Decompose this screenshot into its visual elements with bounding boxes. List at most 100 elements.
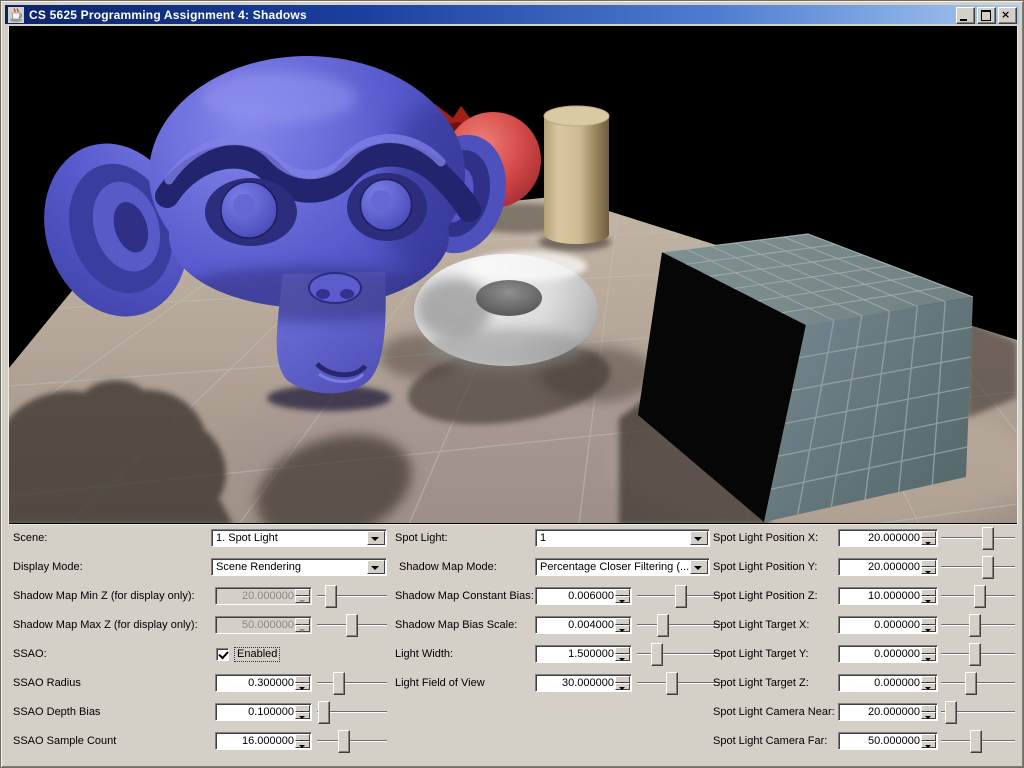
spinner-down-icon[interactable] [295, 683, 310, 690]
spinner-up-icon[interactable] [921, 705, 936, 712]
spinner-up-icon[interactable] [921, 531, 936, 538]
spinner-up-icon[interactable] [921, 618, 936, 625]
shadow-map-bias-scale-slider[interactable] [637, 616, 723, 634]
light-field-of-view-spinner[interactable]: 30.000000 [535, 674, 632, 692]
spinner-down-icon[interactable] [615, 654, 630, 661]
slider-thumb[interactable] [657, 614, 669, 637]
ssao-depth-bias-slider[interactable] [317, 703, 387, 721]
slider-thumb[interactable] [970, 730, 982, 753]
shadow-map-constant-bias-spinner[interactable]: 0.006000 [535, 587, 632, 605]
scene-select[interactable]: 1. Spot Light [211, 529, 387, 547]
slider-thumb[interactable] [338, 730, 350, 753]
chevron-down-icon[interactable] [367, 531, 385, 545]
title-bar[interactable]: CS 5625 Programming Assignment 4: Shadow… [5, 5, 1019, 24]
spinner-down-icon[interactable] [295, 712, 310, 719]
spot-light-position-y-spinner[interactable]: 20.000000 [838, 558, 938, 576]
slider-thumb[interactable] [982, 527, 994, 550]
spinner-value: 0.300000 [218, 676, 294, 691]
light-width-slider[interactable] [637, 645, 723, 663]
slider-thumb[interactable] [651, 643, 663, 666]
spot-light-position-y-slider[interactable] [941, 558, 1015, 576]
slider-thumb[interactable] [666, 672, 678, 695]
shadow-map-mode-select[interactable]: Percentage Closer Filtering (... [535, 558, 710, 576]
shadow-map-min-z-slider[interactable] [317, 587, 387, 605]
shadow-map-constant-bias-slider[interactable] [637, 587, 723, 605]
spot-light-target-x-spinner[interactable]: 0.000000 [838, 616, 938, 634]
slider-thumb[interactable] [974, 585, 986, 608]
spinner-down-icon[interactable] [921, 741, 936, 748]
ssao-enabled-checkbox[interactable]: Enabled [216, 645, 280, 663]
close-button[interactable]: × [998, 7, 1017, 24]
spinner-up-icon[interactable] [921, 676, 936, 683]
spot-light-target-z-slider[interactable] [941, 674, 1015, 692]
spot-light-position-x-spinner[interactable]: 20.000000 [838, 529, 938, 547]
spinner-down-icon[interactable] [921, 625, 936, 632]
ssao-sample-count-slider[interactable] [317, 732, 387, 750]
shadow-map-bias-scale-spinner[interactable]: 0.004000 [535, 616, 632, 634]
maximize-button[interactable] [977, 7, 996, 24]
spinner-up-icon[interactable] [921, 647, 936, 654]
chevron-down-icon[interactable] [690, 531, 708, 545]
ssao-radius-spinner[interactable]: 0.300000 [215, 674, 312, 692]
spot-light-target-y-slider[interactable] [941, 645, 1015, 663]
slider-thumb[interactable] [333, 672, 345, 695]
spinner-down-icon[interactable] [921, 712, 936, 719]
light-width-spinner[interactable]: 1.500000 [535, 645, 632, 663]
spot-light-select[interactable]: 1 [535, 529, 710, 547]
spinner-up-icon[interactable] [921, 589, 936, 596]
ssao-depth-bias-spinner[interactable]: 0.100000 [215, 703, 312, 721]
ssao-radius-slider[interactable] [317, 674, 387, 692]
render-viewport[interactable] [8, 26, 1018, 525]
slider-thumb[interactable] [346, 614, 358, 637]
spot-light-position-z-slider[interactable] [941, 587, 1015, 605]
slider-thumb[interactable] [675, 585, 687, 608]
slider-thumb[interactable] [982, 556, 994, 579]
spot-light-position-x-label: Spot Light Position X: [713, 529, 818, 547]
spot-light-camera-near-spinner[interactable]: 20.000000 [838, 703, 938, 721]
display-mode-select[interactable]: Scene Rendering [211, 558, 387, 576]
slider-thumb[interactable] [945, 701, 957, 724]
spot-light-target-x-slider[interactable] [941, 616, 1015, 634]
spot-light-position-x-slider[interactable] [941, 529, 1015, 547]
slider-thumb[interactable] [325, 585, 337, 608]
spot-light-camera-far-spinner[interactable]: 50.000000 [838, 732, 938, 750]
slider-thumb[interactable] [965, 672, 977, 695]
ssao-sample-count-spinner[interactable]: 16.000000 [215, 732, 312, 750]
spinner-down-icon[interactable] [615, 625, 630, 632]
chevron-down-icon[interactable] [690, 560, 708, 574]
slider-thumb[interactable] [969, 643, 981, 666]
spinner-up-icon[interactable] [295, 705, 310, 712]
checkbox-check-icon[interactable] [216, 648, 229, 661]
spinner-down-icon[interactable] [615, 683, 630, 690]
spinner-up-icon[interactable] [615, 618, 630, 625]
spot-light-target-y-spinner[interactable]: 0.000000 [838, 645, 938, 663]
shadow-map-max-z-slider[interactable] [317, 616, 387, 634]
light-field-of-view-slider[interactable] [637, 674, 723, 692]
spot-light-target-z-spinner[interactable]: 0.000000 [838, 674, 938, 692]
slider-thumb[interactable] [969, 614, 981, 637]
spinner-up-icon[interactable] [615, 589, 630, 596]
spinner-up-icon[interactable] [615, 647, 630, 654]
combo-value: Scene Rendering [216, 560, 368, 575]
ssao-label: SSAO: [13, 645, 47, 663]
spinner-down-icon[interactable] [295, 741, 310, 748]
shadow-map-max-z-label: Shadow Map Max Z (for display only): [13, 616, 198, 634]
spot-light-camera-near-slider[interactable] [941, 703, 1015, 721]
spinner-down-icon[interactable] [921, 567, 936, 574]
spinner-up-icon[interactable] [295, 734, 310, 741]
spinner-down-icon[interactable] [615, 596, 630, 603]
spinner-down-icon[interactable] [921, 683, 936, 690]
spinner-up-icon[interactable] [921, 734, 936, 741]
spinner-down-icon[interactable] [921, 596, 936, 603]
spot-light-camera-far-slider[interactable] [941, 732, 1015, 750]
chevron-down-icon[interactable] [367, 560, 385, 574]
spinner-up-icon[interactable] [615, 676, 630, 683]
spinner-up-icon[interactable] [295, 676, 310, 683]
spinner-up-icon[interactable] [921, 560, 936, 567]
slider-thumb[interactable] [318, 701, 330, 724]
spinner-down-icon[interactable] [921, 538, 936, 545]
spinner-down-icon[interactable] [921, 654, 936, 661]
spot-light-position-z-spinner[interactable]: 10.000000 [838, 587, 938, 605]
minimize-button[interactable] [956, 7, 975, 24]
spot-light-position-y-label: Spot Light Position Y: [713, 558, 817, 576]
